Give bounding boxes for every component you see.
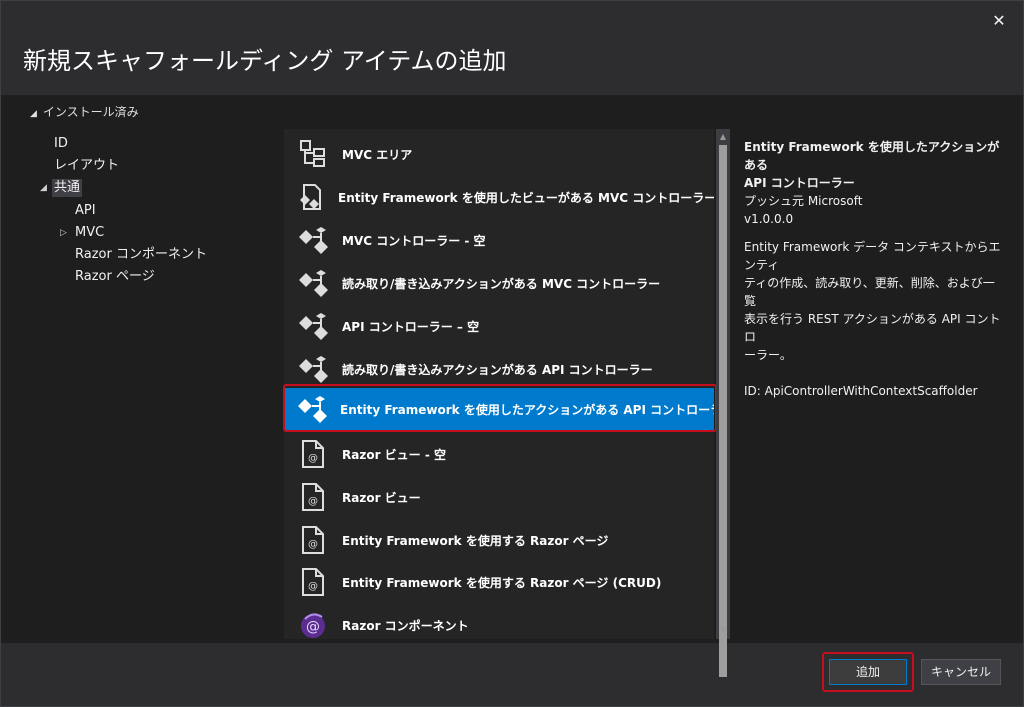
template-list: MVC エリア Entity Framework を使用したビューがある MVC…	[284, 129, 714, 639]
list-item-label: 読み取り/書き込みアクションがある API コントローラー	[342, 362, 653, 377]
list-item-label: 読み取り/書き込みアクションがある MVC コントローラー	[342, 276, 661, 291]
details-name-line2: API コントローラー	[744, 176, 855, 190]
list-item[interactable]: MVC コントローラー - 空	[284, 219, 714, 261]
razor-page-icon: @	[296, 437, 330, 471]
list-item[interactable]: @ Entity Framework を使用する Razor ページ (CRUD…	[284, 561, 714, 603]
tree-item-mvc[interactable]: MVC	[75, 224, 104, 242]
controller-views-icon	[296, 180, 326, 214]
list-item[interactable]: Entity Framework を使用したビューがある MVC コントローラー	[284, 176, 714, 218]
tree-item-layout[interactable]: レイアウト	[54, 157, 119, 175]
cancel-button[interactable]: キャンセル	[921, 659, 1001, 685]
list-item[interactable]: @ Razor ビュー - 空	[284, 433, 714, 475]
details-description-line: ーラー。	[744, 348, 792, 362]
svg-text:@: @	[308, 496, 318, 507]
list-item[interactable]: API コントローラー – 空	[284, 305, 714, 347]
svg-text:@: @	[306, 619, 320, 635]
details-name-line1: Entity Framework を使用したアクションがある	[744, 140, 1000, 172]
list-item-label: Entity Framework を使用したビューがある MVC コントローラー	[338, 190, 714, 205]
list-item-selected[interactable]: Entity Framework を使用したアクションがある API コントロー…	[284, 388, 714, 430]
tree-item-common[interactable]: 共通	[52, 179, 83, 197]
razor-page-icon: @	[296, 480, 330, 514]
close-icon[interactable]: ✕	[989, 11, 1009, 31]
expanded-triangle-icon[interactable]: ◢	[40, 179, 47, 197]
scroll-thumb[interactable]	[719, 145, 727, 677]
list-item-label: Entity Framework を使用する Razor ページ (CRUD)	[342, 575, 662, 590]
list-item-label: API コントローラー – 空	[342, 319, 480, 334]
razor-page-icon: @	[296, 565, 330, 599]
details-panel: Entity Framework を使用したアクションがある API コントロー…	[744, 138, 1004, 400]
tree-item-razor-pages[interactable]: Razor ページ	[75, 268, 155, 286]
svg-text:@: @	[308, 539, 318, 550]
list-item[interactable]: @ Entity Framework を使用する Razor ページ	[284, 519, 714, 561]
tree-item-razor-component[interactable]: Razor コンポーネント	[75, 246, 207, 264]
details-id: ID: ApiControllerWithContextScaffolder	[744, 384, 978, 398]
controller-icon	[296, 352, 330, 386]
list-item-label: Razor ビュー - 空	[342, 447, 446, 462]
scroll-up-icon[interactable]: ▲	[716, 130, 730, 144]
expanded-triangle-icon: ◢	[30, 109, 37, 119]
details-description-line: Entity Framework データ コンテキストからエンティ	[744, 240, 1001, 272]
collapsed-triangle-icon[interactable]: ▷	[60, 224, 67, 242]
razor-page-icon: @	[296, 523, 330, 557]
controller-icon	[296, 266, 330, 300]
list-item[interactable]: 読み取り/書き込みアクションがある API コントローラー	[284, 348, 714, 390]
scroll-down-icon[interactable]: ▼	[716, 623, 730, 637]
list-scrollbar[interactable]: ▲ ▼	[716, 129, 730, 677]
details-publisher: プッシュ元 Microsoft	[744, 194, 863, 208]
details-description-line: 表示を行う REST アクションがある API コントロ	[744, 312, 1001, 344]
blazor-icon: @	[296, 608, 330, 639]
area-icon	[296, 137, 330, 171]
controller-icon	[296, 223, 330, 257]
list-item-label: Razor ビュー	[342, 490, 421, 505]
list-item-label: Entity Framework を使用したアクションがある API コントロー…	[340, 402, 714, 417]
list-item[interactable]: @ Razor コンポーネント	[284, 604, 714, 639]
tree-item-id[interactable]: ID	[54, 135, 68, 153]
dialog-title: 新規スキャフォールディング アイテムの追加	[23, 47, 507, 75]
list-item-label: MVC エリア	[342, 147, 413, 162]
list-item-label: Razor コンポーネント	[342, 618, 469, 633]
tree-item-api[interactable]: API	[75, 202, 96, 220]
details-description-line: ティの作成、読み取り、更新、削除、および一覧	[744, 276, 995, 308]
add-button[interactable]: 追加	[829, 659, 907, 685]
details-description: Entity Framework データ コンテキストからエンティ ティの作成、…	[744, 238, 1004, 364]
list-item[interactable]: 読み取り/書き込みアクションがある MVC コントローラー	[284, 262, 714, 304]
list-item-label: MVC コントローラー - 空	[342, 233, 486, 248]
installed-header[interactable]: ◢ インストール済み	[30, 103, 139, 120]
list-item-label: Entity Framework を使用する Razor ページ	[342, 533, 609, 548]
controller-icon	[296, 392, 328, 426]
list-item[interactable]: @ Razor ビュー	[284, 476, 714, 518]
list-item[interactable]: MVC エリア	[284, 133, 714, 175]
svg-text:@: @	[308, 453, 318, 464]
controller-icon	[296, 309, 330, 343]
svg-text:@: @	[308, 581, 318, 592]
details-version: v1.0.0.0	[744, 212, 794, 226]
installed-label: インストール済み	[42, 105, 139, 119]
